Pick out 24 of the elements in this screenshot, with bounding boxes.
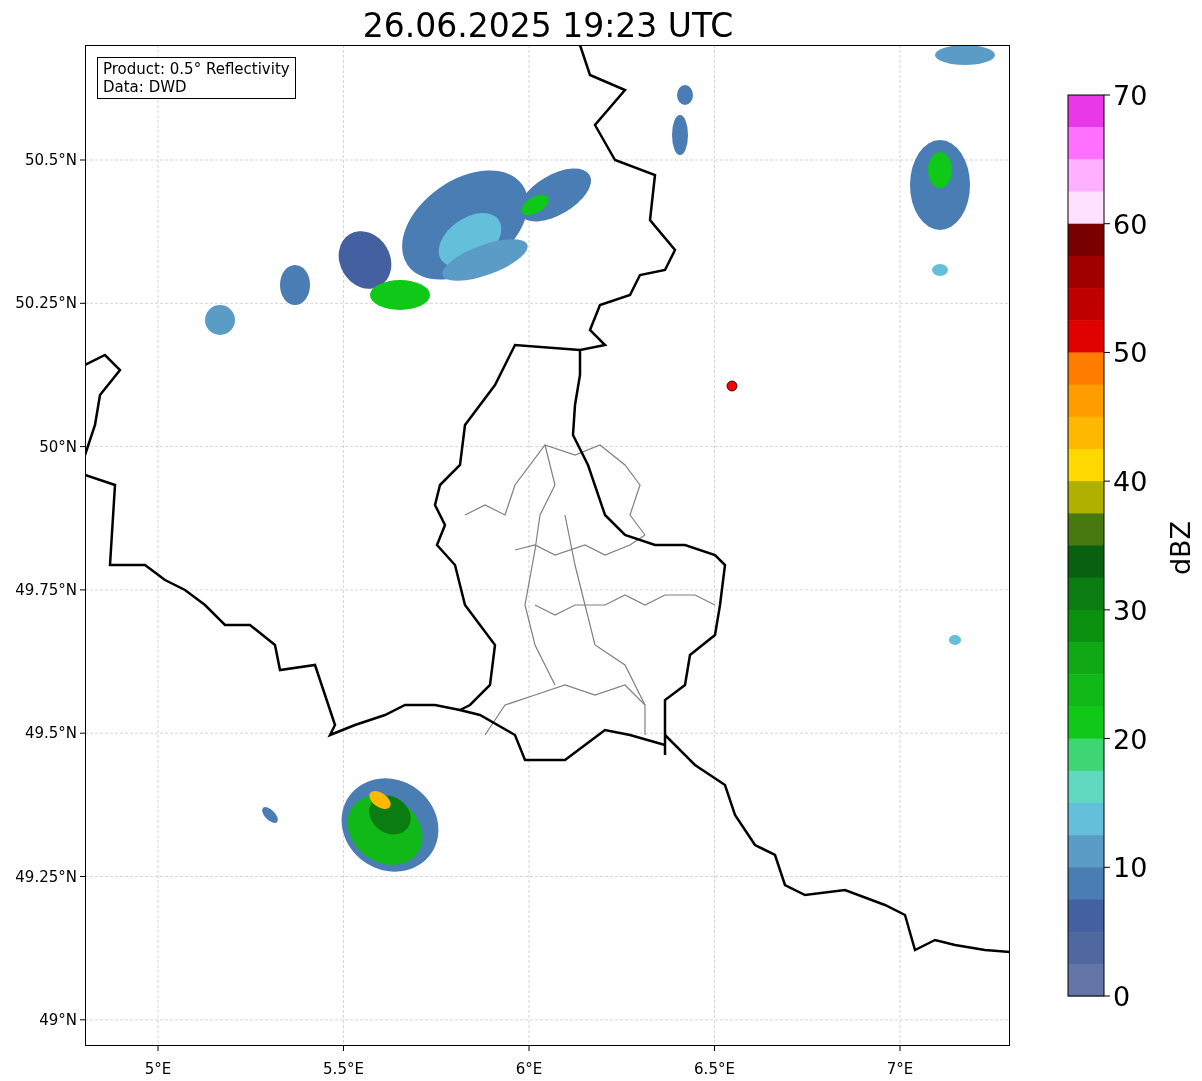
y-tick-label: 50°N bbox=[39, 437, 77, 456]
x-tick-label: 6.5°E bbox=[694, 1060, 735, 1078]
y-tick-label: 50.25°N bbox=[15, 294, 77, 313]
x-tick-label: 7°E bbox=[886, 1060, 914, 1078]
info-text: Product: 0.5° Reflectivity bbox=[103, 60, 290, 78]
chart-title: 26.06.2025 19:23 UTC bbox=[361, 5, 735, 45]
x-tick-label: 5.5°E bbox=[323, 1060, 364, 1078]
x-tick-label: 5°E bbox=[144, 1060, 172, 1078]
colorbar-tick-label: 40 bbox=[1113, 466, 1148, 498]
colorbar-tick-label: 20 bbox=[1113, 723, 1148, 755]
colorbar-tick-label: 70 bbox=[1113, 80, 1148, 111]
colorbar-tick-label: 0 bbox=[1113, 981, 1131, 1012]
y-tick-label: 49.25°N bbox=[15, 867, 77, 886]
colorbar-tick-label: 60 bbox=[1113, 208, 1148, 240]
colorbar-tick-label: 50 bbox=[1113, 337, 1148, 369]
y-tick-label: 49°N bbox=[39, 1010, 77, 1029]
colorbar-tick-label: 30 bbox=[1113, 594, 1148, 626]
y-tick-label: 49.75°N bbox=[15, 580, 77, 599]
y-tick-label: 50.5°N bbox=[24, 151, 77, 169]
colorbar-tick-label: 10 bbox=[1113, 852, 1148, 884]
colorbar-label: dBZ bbox=[1165, 520, 1196, 576]
y-tick-label: 49.5°N bbox=[24, 724, 77, 743]
x-tick-label: 6°E bbox=[515, 1060, 543, 1078]
info-text: Data: DWD bbox=[103, 78, 188, 96]
